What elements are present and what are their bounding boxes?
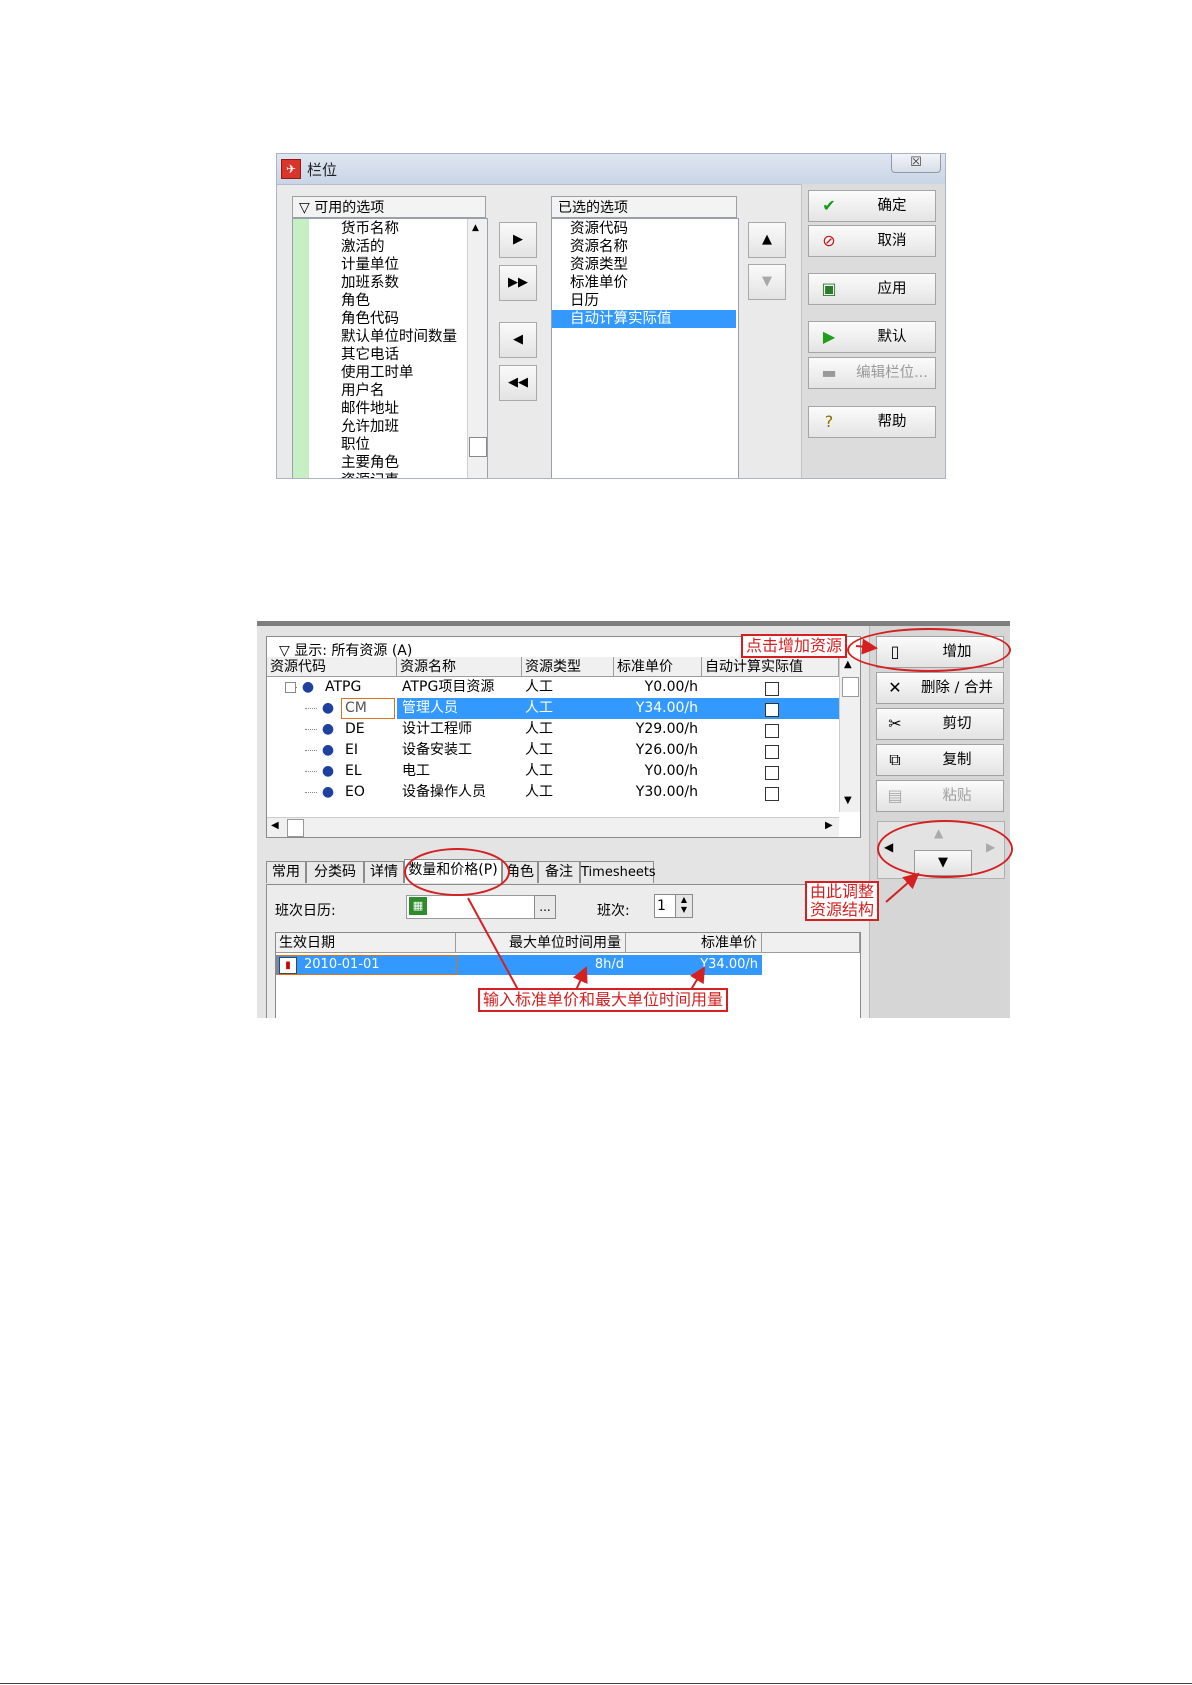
- annotation-overlay: [467, 638, 920, 1009]
- arrow-to-nav: [885, 872, 920, 903]
- annotation-add: 点击增加资源: [741, 634, 848, 658]
- page-bottom-rule: [0, 1683, 1192, 1684]
- add-highlight: [847, 628, 1011, 672]
- tab-highlight: [404, 848, 510, 896]
- annotation-structure: 由此调整 资源结构: [805, 881, 880, 921]
- nav-highlight: [877, 820, 1013, 878]
- annotation-structure-line2: 资源结构: [810, 900, 875, 919]
- annotation-structure-line1: 由此调整: [810, 882, 875, 901]
- annotation-input: 输入标准单价和最大单位时间用量: [478, 988, 729, 1012]
